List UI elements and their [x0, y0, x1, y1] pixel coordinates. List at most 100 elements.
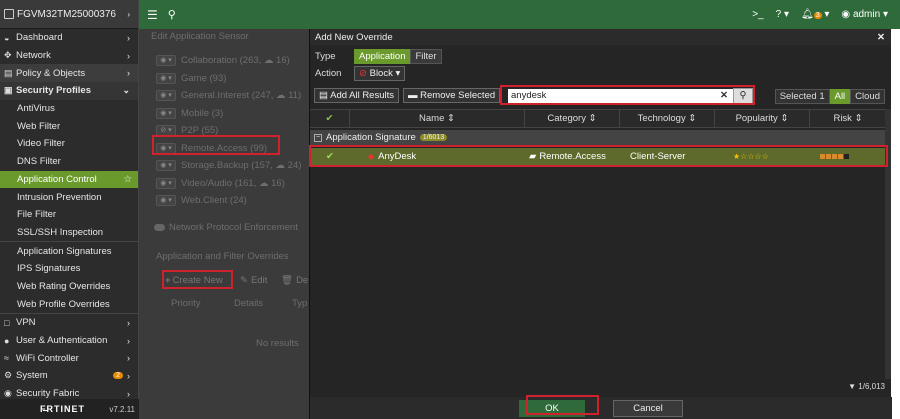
filter-icon: ▼: [848, 382, 857, 391]
chevron-icon: ›: [127, 50, 130, 61]
col-popularity[interactable]: Popularity ⇕: [715, 110, 810, 127]
sidebar-item-web-rating-overrides[interactable]: Web Rating Overrides: [0, 277, 138, 296]
block-icon: ⊘: [359, 68, 367, 79]
pencil-icon: ✎: [240, 275, 248, 286]
search-icon[interactable]: ⚲: [168, 8, 176, 21]
sidebar-item-security-profiles[interactable]: ▣ Security Profiles ⌄: [0, 82, 138, 100]
help-icon[interactable]: ? ▾: [776, 9, 789, 20]
sidebar-item-web-profile-overrides[interactable]: Web Profile Overrides: [0, 295, 138, 313]
eye-icon[interactable]: ◉ ▾: [156, 107, 176, 119]
nav-icon: ▣: [4, 85, 13, 96]
add-all-label: Add All Results: [330, 90, 395, 101]
category-row[interactable]: ◉ ▾ Mobile (3): [156, 105, 223, 122]
sidebar-item-video-filter[interactable]: Video Filter: [0, 135, 138, 153]
col-technology-label: Technology: [637, 113, 686, 124]
category-label: Mobile (3): [181, 107, 224, 119]
chevron-right-icon: ›: [127, 9, 130, 19]
eye-icon[interactable]: ◉ ▾: [156, 177, 176, 189]
background-panel: Edit Application Sensor ◉ ▾ Collaboration…: [139, 29, 309, 419]
type-filter-toggle[interactable]: Filter: [410, 49, 442, 64]
type-label: Type: [315, 51, 336, 62]
toggle-switch: [154, 224, 165, 231]
eye-icon[interactable]: ◉ ▾: [156, 195, 176, 206]
sidebar-item-vpn[interactable]: □ VPN ›: [0, 314, 138, 332]
sidebar-item-label: Web Filter: [17, 120, 61, 132]
chevron-icon: ›: [127, 32, 130, 43]
sidebar-item-ips-signatures[interactable]: IPS Signatures: [0, 259, 138, 278]
favorite-star-icon[interactable]: ☆: [123, 174, 132, 185]
edit-button[interactable]: ✎ Edit: [240, 272, 267, 289]
notification-bell-icon[interactable]: 🔔︎ 3 ▾: [801, 9, 829, 20]
user-name: admin: [852, 9, 881, 20]
panel-header: Edit Application Sensor: [151, 31, 249, 42]
add-all-results-button[interactable]: ▤ Add All Results: [314, 88, 400, 103]
sidebar-item-label: Dashboard: [16, 32, 63, 44]
category-row[interactable]: ◉ ▾ Game (93): [156, 70, 226, 87]
category-label: Video/Audio (161, ☁ 16): [181, 177, 285, 189]
overrides-title: Application and Filter Overrides: [156, 251, 289, 262]
category-label: Storage.Backup (157, ☁ 24): [181, 160, 302, 171]
help-label: ?: [775, 9, 782, 20]
sidebar-item-label: User & Authentication: [16, 335, 108, 347]
eye-icon[interactable]: ◉ ▾: [156, 160, 176, 171]
sidebar-item-label: AntiVirus: [17, 103, 55, 115]
close-icon[interactable]: ✕: [877, 32, 885, 43]
sidebar-item-network[interactable]: ✥ Network ›: [0, 47, 138, 65]
sidebar-item-dashboard[interactable]: ◒ Dashboard ›: [0, 29, 138, 47]
category-row[interactable]: ◉ ▾ Web.Client (24): [156, 192, 247, 209]
sidebar-item-wifi-controller[interactable]: ≈ WiFi Controller ›: [0, 349, 138, 367]
filter-all-toggle[interactable]: All: [829, 89, 851, 104]
sidebar-item-file-filter[interactable]: File Filter: [0, 205, 138, 224]
sidebar-item-application-signatures[interactable]: Application Signatures: [0, 242, 138, 260]
select-all-checkbox[interactable]: ✔: [310, 110, 350, 127]
remove-selected-button[interactable]: ▬ Remove Selected: [403, 88, 501, 103]
menu-icon[interactable]: ☰: [147, 8, 158, 22]
sidebar-item-antivirus[interactable]: AntiVirus: [0, 99, 138, 118]
highlight-remote-access: [152, 135, 280, 155]
category-row[interactable]: ◉ ▾ General.Interest (247, ☁ 11): [156, 87, 301, 104]
sidebar-item-application-control[interactable]: Application Control ☆: [0, 170, 138, 189]
check-circle-icon: ✔: [325, 113, 334, 124]
category-row[interactable]: ◉ ▾ Storage.Backup (157, ☁ 24): [156, 157, 301, 174]
category-row[interactable]: ◉ ▾ Video/Audio (161, ☁ 16): [156, 175, 285, 192]
col-technology[interactable]: Technology ⇕: [620, 110, 715, 127]
sidebar-item-dns-filter[interactable]: DNS Filter: [0, 152, 138, 171]
type-row: Type Application Filter: [310, 48, 891, 65]
collapse-icon[interactable]: −: [314, 133, 322, 142]
sidebar-item-intrusion-prevention[interactable]: Intrusion Prevention: [0, 188, 138, 206]
npe-toggle[interactable]: Network Protocol Enforcement: [154, 219, 298, 236]
col-category[interactable]: Category ⇕: [525, 110, 620, 127]
eye-icon[interactable]: ◉ ▾: [156, 72, 176, 84]
sidebar-item-label: Web Rating Overrides: [17, 280, 111, 292]
sidebar-item-ssl-ssh-inspection[interactable]: SSL/SSH Inspection: [0, 223, 138, 242]
col-risk[interactable]: Risk ⇕: [810, 110, 886, 127]
sidebar-item-policy-objects[interactable]: ▤ Policy & Objects ›: [0, 64, 138, 83]
remove-selected-label: Remove Selected: [420, 90, 496, 101]
device-header[interactable]: FGVM32TM25000376 ›: [0, 0, 138, 29]
sidebar-item-system[interactable]: ⚙ System 2 ›: [0, 367, 138, 385]
type-application-toggle[interactable]: Application: [354, 49, 411, 64]
eye-icon[interactable]: ◉ ▾: [156, 90, 176, 101]
chevron-icon: ›: [127, 370, 130, 381]
nav-icon: ✥: [4, 50, 12, 61]
alert-count-badge: 3: [813, 12, 822, 19]
eye-icon[interactable]: ◉ ▾: [156, 55, 176, 66]
category-label: Web.Client (24): [181, 195, 247, 206]
cli-console-icon[interactable]: >_: [752, 9, 763, 20]
selected-indicator[interactable]: Selected 1: [774, 89, 830, 104]
filter-cloud-toggle[interactable]: Cloud: [850, 89, 885, 104]
user-menu[interactable]: ◉ admin ▾: [841, 9, 888, 20]
col-name[interactable]: Name ⇕: [350, 110, 525, 127]
sidebar-item-label: VPN: [16, 317, 36, 329]
action-select[interactable]: ⊘ Block ▾: [354, 66, 406, 81]
sidebar-item-label: Security Fabric: [16, 388, 80, 400]
nav-icon: ◉: [4, 388, 12, 399]
sidebar-item-user-authentication[interactable]: ● User & Authentication ›: [0, 332, 138, 350]
cancel-button[interactable]: Cancel: [613, 399, 683, 417]
category-row[interactable]: ◉ ▾ Collaboration (263, ☁ 16): [156, 52, 290, 69]
notification-badge: 2: [113, 372, 123, 380]
group-header[interactable]: − Application Signature 1/6013: [310, 130, 886, 145]
sidebar-item-web-filter[interactable]: Web Filter: [0, 117, 138, 136]
delete-label: De: [296, 275, 309, 286]
delete-button[interactable]: 🗑︎ De: [281, 272, 308, 289]
